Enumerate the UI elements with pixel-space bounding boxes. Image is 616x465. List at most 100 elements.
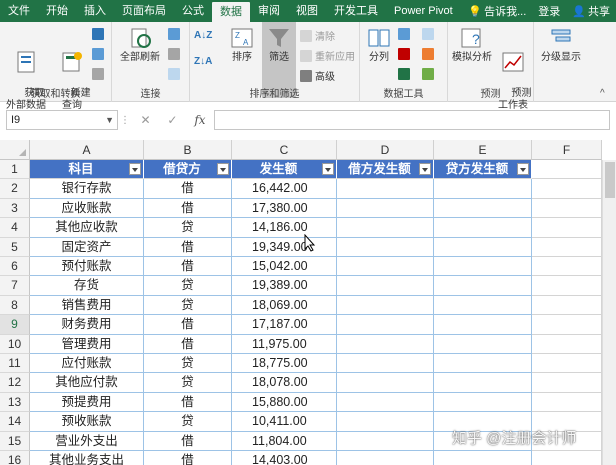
credit-amount-cell[interactable] xyxy=(434,179,532,199)
empty-cell[interactable] xyxy=(532,315,602,335)
row-header[interactable]: 11 xyxy=(0,354,30,374)
from-table-button[interactable] xyxy=(92,48,107,60)
subject-cell[interactable]: 管理费用 xyxy=(30,334,144,354)
column-header-e[interactable]: E xyxy=(434,140,532,160)
subject-cell[interactable]: 其他应付款 xyxy=(30,373,144,393)
credit-amount-cell[interactable] xyxy=(434,392,532,413)
menu-tab-2[interactable]: 插入 xyxy=(76,0,114,22)
column-header-b[interactable]: B xyxy=(144,140,232,160)
empty-cell[interactable] xyxy=(532,276,602,296)
credit-amount-cell[interactable] xyxy=(434,198,532,219)
empty-cell[interactable] xyxy=(532,198,602,219)
consolidate-button[interactable] xyxy=(422,28,437,40)
debit-credit-cell[interactable]: 借 xyxy=(144,315,232,335)
debit-credit-cell[interactable]: 贷 xyxy=(144,412,232,432)
show-queries-button[interactable] xyxy=(92,28,107,40)
debit-amount-cell[interactable] xyxy=(337,257,434,277)
recent-sources-button[interactable] xyxy=(92,68,107,80)
subject-cell[interactable]: 应付账款 xyxy=(30,354,144,374)
amount-cell[interactable]: 15,042.00 xyxy=(232,257,337,277)
refresh-all-button[interactable]: 全部刷新 xyxy=(116,26,164,64)
cancel-icon[interactable]: ✕ xyxy=(140,113,150,127)
subject-cell[interactable]: 预提费用 xyxy=(30,392,144,413)
row-header[interactable]: 15 xyxy=(0,431,30,451)
sort-az-button[interactable]: A↓Z xyxy=(194,30,212,41)
row-header[interactable]: 3 xyxy=(0,198,30,219)
empty-cell[interactable] xyxy=(532,392,602,413)
row-header[interactable]: 4 xyxy=(0,218,30,238)
enter-icon[interactable]: ✓ xyxy=(167,113,177,127)
row-header[interactable]: 12 xyxy=(0,373,30,393)
debit-credit-cell[interactable]: 贷 xyxy=(144,354,232,374)
amount-cell[interactable]: 18,078.00 xyxy=(232,373,337,393)
table-header-cell[interactable]: 借方发生额 xyxy=(337,160,434,180)
credit-amount-cell[interactable] xyxy=(434,276,532,296)
debit-amount-cell[interactable] xyxy=(337,373,434,393)
subject-cell[interactable]: 销售费用 xyxy=(30,295,144,316)
empty-cell[interactable] xyxy=(532,179,602,199)
credit-amount-cell[interactable] xyxy=(434,257,532,277)
credit-amount-cell[interactable] xyxy=(434,451,532,465)
debit-amount-cell[interactable] xyxy=(337,179,434,199)
remove-duplicates-button[interactable] xyxy=(398,48,413,60)
collapse-ribbon-icon[interactable]: ^ xyxy=(600,88,605,99)
empty-cell[interactable] xyxy=(532,451,602,465)
debit-credit-cell[interactable]: 借 xyxy=(144,179,232,199)
name-box[interactable]: I9 ▼ xyxy=(6,110,118,130)
debit-credit-cell[interactable]: 借 xyxy=(144,237,232,257)
amount-cell[interactable]: 11,804.00 xyxy=(232,431,337,451)
subject-cell[interactable]: 预付账款 xyxy=(30,257,144,277)
empty-cell[interactable] xyxy=(532,257,602,277)
filter-dropdown-icon[interactable] xyxy=(419,163,431,175)
subject-cell[interactable]: 财务费用 xyxy=(30,315,144,335)
debit-credit-cell[interactable]: 借 xyxy=(144,392,232,413)
credit-amount-cell[interactable] xyxy=(434,354,532,374)
empty-cell[interactable] xyxy=(532,373,602,393)
outline-button[interactable]: 分级显示 xyxy=(536,26,586,64)
empty-cell[interactable] xyxy=(532,354,602,374)
debit-amount-cell[interactable] xyxy=(337,392,434,413)
row-header[interactable]: 14 xyxy=(0,412,30,432)
data-validation-button[interactable] xyxy=(398,68,413,80)
share-button[interactable]: 👤 共享 xyxy=(566,3,616,19)
amount-cell[interactable]: 14,186.00 xyxy=(232,218,337,238)
row-header[interactable]: 7 xyxy=(0,276,30,296)
debit-amount-cell[interactable] xyxy=(337,295,434,316)
subject-cell[interactable]: 其他业务支出 xyxy=(30,451,144,465)
row-header[interactable]: 9 xyxy=(0,315,30,335)
amount-cell[interactable]: 18,775.00 xyxy=(232,354,337,374)
amount-cell[interactable]: 17,380.00 xyxy=(232,198,337,219)
subject-cell[interactable]: 银行存款 xyxy=(30,179,144,199)
what-if-analysis-button[interactable]: ? 模拟分析 xyxy=(450,26,494,64)
debit-credit-cell[interactable]: 借 xyxy=(144,334,232,354)
formula-input[interactable] xyxy=(214,110,610,130)
row-header[interactable]: 2 xyxy=(0,179,30,199)
data-model-button[interactable] xyxy=(422,68,437,80)
row-header[interactable]: 10 xyxy=(0,334,30,354)
row-header[interactable]: 1 xyxy=(0,160,30,180)
amount-cell[interactable]: 17,187.00 xyxy=(232,315,337,335)
reapply-button[interactable]: 重新应用 xyxy=(300,48,355,63)
amount-cell[interactable]: 11,975.00 xyxy=(232,334,337,354)
debit-credit-cell[interactable]: 借 xyxy=(144,257,232,277)
empty-cell[interactable] xyxy=(532,334,602,354)
debit-credit-cell[interactable]: 借 xyxy=(144,431,232,451)
column-header-c[interactable]: C xyxy=(232,140,337,160)
debit-credit-cell[interactable]: 贷 xyxy=(144,373,232,393)
debit-amount-cell[interactable] xyxy=(337,198,434,219)
formula-bar-resize-icon[interactable]: ⋮ xyxy=(118,115,132,126)
credit-amount-cell[interactable] xyxy=(434,218,532,238)
row-header[interactable]: 16 xyxy=(0,451,30,465)
empty-cell[interactable] xyxy=(532,237,602,257)
sort-button[interactable]: ZA 排序 xyxy=(226,26,258,64)
column-header-a[interactable]: A xyxy=(30,140,144,160)
menu-tab-7[interactable]: 视图 xyxy=(288,0,326,22)
clear-button[interactable]: 清除 xyxy=(300,28,335,43)
login-button[interactable]: 登录 xyxy=(532,3,566,19)
subject-cell[interactable]: 应收账款 xyxy=(30,198,144,219)
amount-cell[interactable]: 16,442.00 xyxy=(232,179,337,199)
advanced-button[interactable]: 高级 xyxy=(300,68,335,83)
filter-dropdown-icon[interactable] xyxy=(517,163,529,175)
subject-cell[interactable]: 营业外支出 xyxy=(30,431,144,451)
amount-cell[interactable]: 18,069.00 xyxy=(232,295,337,316)
